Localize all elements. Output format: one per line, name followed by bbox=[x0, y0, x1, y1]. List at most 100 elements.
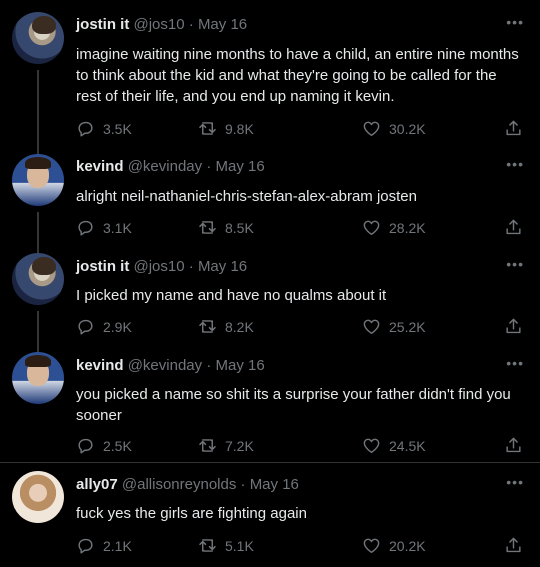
avatar[interactable] bbox=[12, 471, 64, 523]
tweet-header: kevind @kevinday · May 16 bbox=[76, 158, 265, 175]
reply-icon bbox=[78, 538, 93, 554]
reply-icon bbox=[78, 319, 93, 335]
retweet-count: 8.2K bbox=[225, 318, 254, 335]
heart-icon bbox=[363, 319, 380, 334]
share-button[interactable] bbox=[504, 536, 523, 555]
retweet-count: 9.8K bbox=[225, 120, 254, 137]
tweet-text: imagine waiting nine months to have a ch… bbox=[76, 46, 519, 105]
retweet-button[interactable]: 9.8K bbox=[198, 119, 254, 138]
tweet-header: jostin it @jos10 · May 16 bbox=[76, 258, 247, 275]
like-count: 30.2K bbox=[389, 120, 426, 137]
reply-count: 3.5K bbox=[103, 120, 132, 137]
heart-icon bbox=[363, 538, 380, 553]
separator: · bbox=[206, 158, 212, 175]
tweet-text: you picked a name so shit its a surprise… bbox=[76, 386, 511, 424]
display-name[interactable]: jostin it bbox=[76, 258, 129, 275]
separator: · bbox=[240, 476, 246, 493]
retweet-count: 5.1K bbox=[225, 537, 254, 554]
tweet-header: kevind @kevinday · May 16 bbox=[76, 357, 265, 374]
display-name[interactable]: ally07 bbox=[76, 476, 118, 493]
tweet[interactable]: kevind @kevinday · May 16 ••• you picked… bbox=[0, 344, 540, 463]
share-icon bbox=[506, 537, 521, 553]
retweet-button[interactable]: 7.2K bbox=[198, 436, 254, 455]
like-count: 28.2K bbox=[389, 219, 426, 236]
tweet-header: ally07 @allisonreynolds · May 16 bbox=[76, 476, 299, 493]
tweet-text: I picked my name and have no qualms abou… bbox=[76, 287, 387, 304]
share-button[interactable] bbox=[504, 218, 523, 237]
tweet-actions: 3.1K 8.5K 28.2K bbox=[76, 218, 526, 238]
timestamp[interactable]: May 16 bbox=[215, 357, 264, 374]
handle[interactable]: @jos10 bbox=[134, 258, 185, 275]
like-count: 24.5K bbox=[389, 437, 426, 454]
timestamp[interactable]: May 16 bbox=[250, 476, 299, 493]
tweet-actions: 2.1K 5.1K 20.2K bbox=[76, 536, 526, 556]
display-name[interactable]: kevind bbox=[76, 357, 124, 374]
like-button[interactable]: 20.2K bbox=[362, 536, 426, 555]
reply-count: 2.9K bbox=[103, 318, 132, 335]
tweet-text: alright neil-nathaniel-chris-stefan-alex… bbox=[76, 188, 417, 205]
retweet-icon bbox=[199, 320, 216, 333]
reply-button[interactable]: 2.5K bbox=[76, 436, 132, 455]
avatar[interactable] bbox=[12, 352, 64, 404]
separator: · bbox=[206, 357, 212, 374]
handle[interactable]: @jos10 bbox=[134, 16, 185, 33]
like-button[interactable]: 30.2K bbox=[362, 119, 426, 138]
thread-line bbox=[37, 70, 39, 154]
reply-icon bbox=[78, 220, 93, 236]
like-count: 20.2K bbox=[389, 537, 426, 554]
reply-button[interactable]: 2.9K bbox=[76, 317, 132, 336]
more-icon[interactable]: ••• bbox=[506, 256, 524, 272]
retweet-button[interactable]: 8.5K bbox=[198, 218, 254, 237]
retweet-button[interactable]: 8.2K bbox=[198, 317, 254, 336]
reply-button[interactable]: 3.1K bbox=[76, 218, 132, 237]
share-icon bbox=[506, 219, 521, 235]
more-icon[interactable]: ••• bbox=[506, 474, 524, 490]
more-icon[interactable]: ••• bbox=[506, 14, 524, 30]
avatar[interactable] bbox=[12, 253, 64, 305]
heart-icon bbox=[363, 121, 380, 136]
tweet-actions: 2.5K 7.2K 24.5K bbox=[76, 436, 526, 456]
tweet[interactable]: jostin it @jos10 · May 16 ••• I picked m… bbox=[0, 244, 540, 353]
reply-count: 2.5K bbox=[103, 437, 132, 454]
reply-button[interactable]: 2.1K bbox=[76, 536, 132, 555]
reply-icon bbox=[78, 121, 93, 137]
timestamp[interactable]: May 16 bbox=[198, 16, 247, 33]
timestamp[interactable]: May 16 bbox=[215, 158, 264, 175]
more-icon[interactable]: ••• bbox=[506, 355, 524, 371]
share-button[interactable] bbox=[504, 436, 523, 455]
handle[interactable]: @kevinday bbox=[128, 357, 202, 374]
tweet-text: fuck yes the girls are fighting again bbox=[76, 505, 307, 522]
reply-count: 3.1K bbox=[103, 219, 132, 236]
tweet[interactable]: jostin it @jos10 · May 16 ••• imagine wa… bbox=[0, 0, 540, 154]
like-count: 25.2K bbox=[389, 318, 426, 335]
share-button[interactable] bbox=[504, 119, 523, 138]
tweet[interactable]: ally07 @allisonreynolds · May 16 ••• fuc… bbox=[0, 463, 540, 567]
reply-icon bbox=[78, 438, 93, 454]
display-name[interactable]: kevind bbox=[76, 158, 124, 175]
avatar[interactable] bbox=[12, 12, 64, 64]
handle[interactable]: @allisonreynolds bbox=[122, 476, 236, 493]
timestamp[interactable]: May 16 bbox=[198, 258, 247, 275]
share-icon bbox=[506, 437, 521, 453]
like-button[interactable]: 28.2K bbox=[362, 218, 426, 237]
retweet-icon bbox=[199, 439, 216, 452]
share-icon bbox=[506, 120, 521, 136]
retweet-button[interactable]: 5.1K bbox=[198, 536, 254, 555]
retweet-count: 8.5K bbox=[225, 219, 254, 236]
retweet-count: 7.2K bbox=[225, 437, 254, 454]
reply-button[interactable]: 3.5K bbox=[76, 119, 132, 138]
display-name[interactable]: jostin it bbox=[76, 16, 129, 33]
tweet[interactable]: kevind @kevinday · May 16 ••• alright ne… bbox=[0, 144, 540, 254]
more-icon[interactable]: ••• bbox=[506, 156, 524, 172]
heart-icon bbox=[363, 220, 380, 235]
tweet-actions: 2.9K 8.2K 25.2K bbox=[76, 317, 526, 337]
avatar[interactable] bbox=[12, 154, 64, 206]
handle[interactable]: @kevinday bbox=[128, 158, 202, 175]
separator: · bbox=[188, 258, 194, 275]
share-button[interactable] bbox=[504, 317, 523, 336]
like-button[interactable]: 25.2K bbox=[362, 317, 426, 336]
tweet-actions: 3.5K 9.8K 30.2K bbox=[76, 119, 526, 139]
retweet-icon bbox=[199, 122, 216, 135]
retweet-icon bbox=[199, 539, 216, 552]
like-button[interactable]: 24.5K bbox=[362, 436, 426, 455]
